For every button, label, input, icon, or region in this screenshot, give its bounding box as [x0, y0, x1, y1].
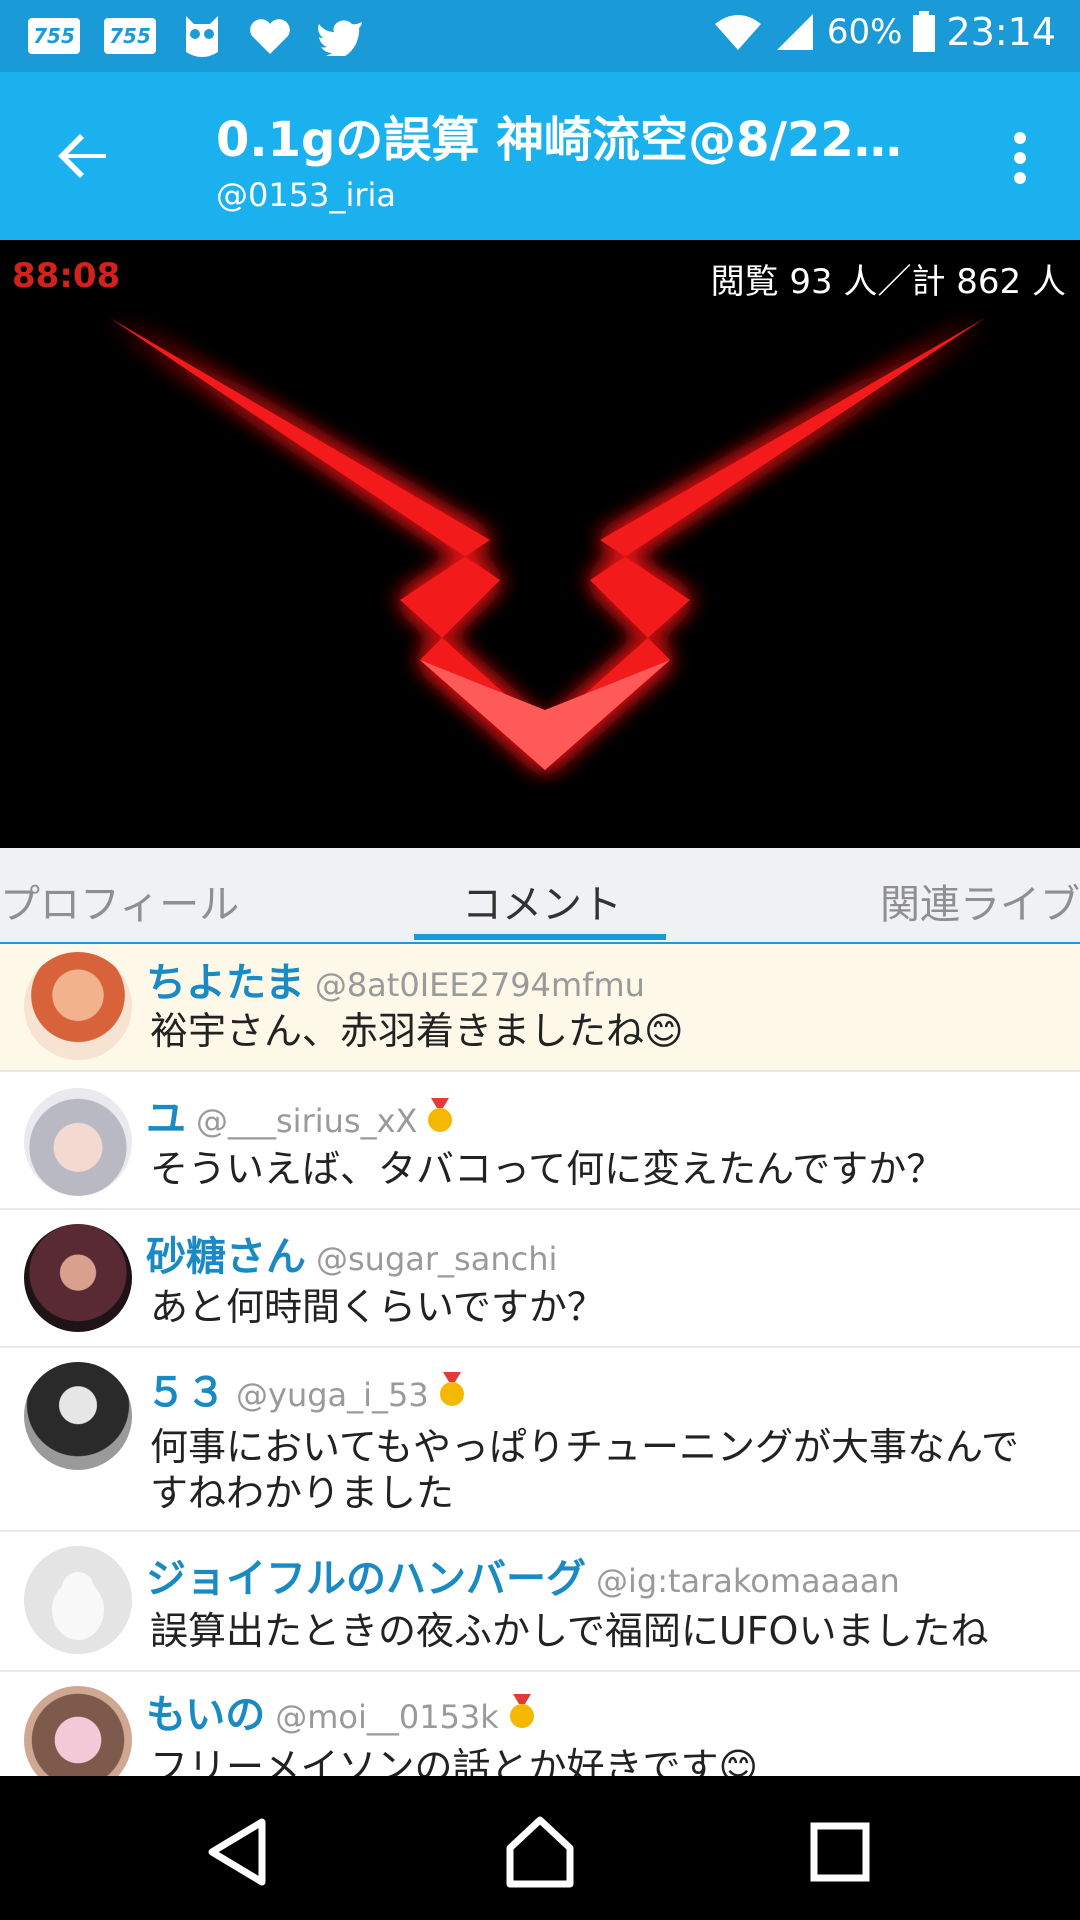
comment-text: 裕宇さん、赤羽着きましたね😊 — [150, 1009, 684, 1053]
viewer-count: 閲覧 93 人／計 862 人 — [710, 262, 1066, 302]
app-bar: 0.1gの誤算 神崎流空@8/22… @0153_iria — [0, 72, 1080, 240]
default-avatar-icon — [24, 1546, 132, 1654]
live-video[interactable]: 88:08 閲覧 93 人／計 862 人 — [0, 240, 1080, 848]
more-vert-icon[interactable] — [1000, 128, 1040, 188]
nav-back-icon[interactable] — [200, 1812, 280, 1892]
system-status: 60% 23:14 — [703, 10, 1056, 54]
user-name: ジョイフルのハンバーグ — [146, 1556, 586, 1602]
user-handle: @ig:tarakomaaaan — [596, 1562, 900, 1600]
battery-percent: 60% — [826, 12, 903, 52]
comment-item: ちよたま @8at0IEE2794mfmu 裕宇さん、赤羽着きましたね😊 — [0, 944, 1080, 1072]
755-icon: 755 — [104, 18, 156, 54]
comment-user[interactable]: もいの @moi__0153k — [146, 1682, 537, 1740]
tab-related-live[interactable]: 関連ライブ — [880, 872, 1080, 930]
medal-icon — [437, 1372, 467, 1418]
comment-item: ユ @___sirius_xX そういえば、タバコって何に変えたんですか？ — [0, 1070, 1080, 1210]
nav-recents-icon[interactable] — [800, 1812, 880, 1892]
tab-bar: プロフィール コメント 関連ライブ — [0, 848, 1080, 942]
comment-list[interactable]: ちよたま @8at0IEE2794mfmu 裕宇さん、赤羽着きましたね😊 ユ @__… — [0, 944, 1080, 1776]
user-handle: @moi__0153k — [275, 1698, 499, 1736]
signal-icon — [773, 12, 817, 52]
comment-user[interactable]: ユ @___sirius_xX — [146, 1086, 455, 1144]
geass-symbol-image — [110, 318, 985, 770]
tab-indicator — [414, 934, 666, 940]
medal-icon — [507, 1694, 537, 1740]
avatar[interactable] — [24, 1686, 132, 1776]
avatar[interactable] — [24, 1224, 132, 1332]
user-name: もいの — [146, 1692, 266, 1738]
comment-item: ジョイフルのハンバーグ @ig:tarakomaaaan 誤算出たときの夜ふかしで… — [0, 1530, 1080, 1672]
755-icon: 755 — [28, 18, 80, 54]
comment-item: ５３ @yuga_i_53 何事においてもやっぱりチューニングが大事なんですねわか… — [0, 1346, 1080, 1532]
comment-text: 何事においてもやっぱりチューニングが大事なんですねわかりました — [150, 1425, 1020, 1515]
avatar[interactable] — [24, 1362, 132, 1470]
twitter-icon — [316, 16, 364, 56]
user-handle: @___sirius_xX — [196, 1102, 418, 1140]
avatar[interactable] — [24, 1088, 132, 1196]
avatar[interactable] — [24, 1546, 132, 1654]
user-handle: @yuga_i_53 — [236, 1376, 429, 1414]
comment-item: 砂糖さん @sugar_sanchi あと何時間くらいですか？ — [0, 1208, 1080, 1348]
comment-user[interactable]: ５３ @yuga_i_53 — [146, 1360, 467, 1418]
medal-icon — [425, 1098, 455, 1144]
status-bar: 755 755 60% 23:14 — [0, 0, 1080, 72]
broadcast-title: 0.1gの誤算 神崎流空@8/22… — [216, 112, 902, 168]
notification-icons: 755 755 — [28, 12, 388, 60]
broadcaster-handle: @0153_iria — [216, 176, 396, 214]
user-name: ユ — [146, 1096, 186, 1142]
comment-item: もいの @moi__0153k フリーメイソンの話とか好きです😊 — [0, 1670, 1080, 1776]
battery-icon — [912, 11, 936, 53]
owl-icon — [180, 12, 224, 60]
tab-comments[interactable]: コメント — [462, 872, 622, 930]
elapsed-timer: 88:08 — [12, 256, 121, 296]
heart-icon — [248, 16, 292, 56]
user-handle: @8at0IEE2794mfmu — [314, 966, 645, 1004]
wifi-icon — [713, 12, 763, 52]
comment-user[interactable]: 砂糖さん @sugar_sanchi — [146, 1224, 557, 1282]
comment-text: 誤算出たときの夜ふかしで福岡にUFOいましたね — [150, 1609, 989, 1653]
comment-text: フリーメイソンの話とか好きです😊 — [150, 1745, 759, 1776]
back-arrow-icon[interactable] — [52, 124, 116, 188]
user-name: ちよたま — [146, 960, 305, 1006]
comment-user[interactable]: ジョイフルのハンバーグ @ig:tarakomaaaan — [146, 1546, 900, 1604]
system-nav-bar — [0, 1776, 1080, 1920]
avatar[interactable] — [24, 952, 132, 1060]
clock: 23:14 — [946, 10, 1056, 54]
comment-user[interactable]: ちよたま @8at0IEE2794mfmu — [146, 950, 645, 1008]
user-handle: @sugar_sanchi — [316, 1240, 558, 1278]
comment-text: あと何時間くらいですか？ — [150, 1285, 605, 1329]
user-name: ５３ — [146, 1370, 226, 1416]
user-name: 砂糖さん — [146, 1234, 306, 1280]
nav-home-icon[interactable] — [500, 1812, 580, 1892]
comment-text: そういえば、タバコって何に変えたんですか？ — [150, 1147, 945, 1191]
tab-profile[interactable]: プロフィール — [0, 872, 239, 930]
